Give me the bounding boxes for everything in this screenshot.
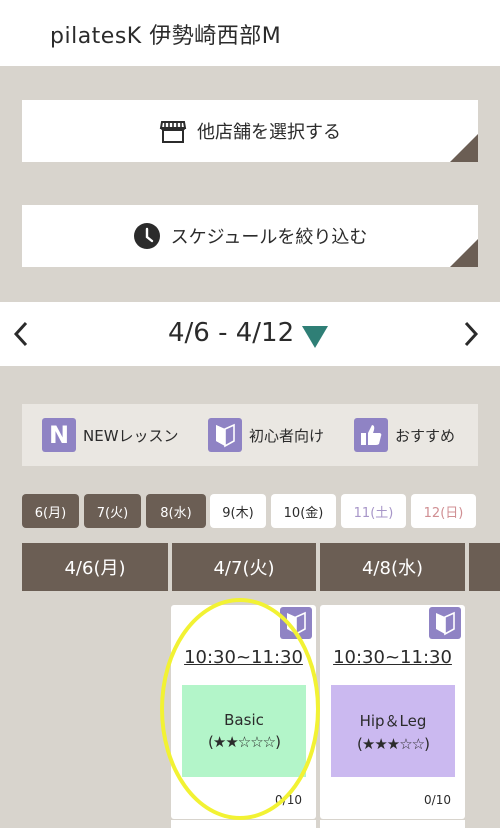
day-tab-10[interactable]: 10(金)	[271, 494, 336, 528]
lesson-capacity: 0/10	[424, 793, 451, 807]
legend-beginner: 初心者向け	[208, 418, 324, 452]
day-tab-8[interactable]: 8(水)	[146, 494, 206, 528]
chevron-right-icon[interactable]	[456, 318, 486, 350]
new-lesson-icon: N	[42, 418, 76, 452]
week-range: 4/6 - 4/12	[168, 318, 295, 348]
beginner-icon	[280, 607, 312, 639]
lesson-level: (★★☆☆☆)	[208, 733, 281, 751]
column-header-tue: 4/7(火)	[172, 543, 316, 591]
beginner-icon	[429, 607, 461, 639]
day-tab-9[interactable]: 9(木)	[210, 494, 266, 528]
day-tab-7[interactable]: 7(火)	[84, 494, 141, 528]
legend-recommended: おすすめ	[354, 418, 455, 452]
legend-label: おすすめ	[395, 426, 456, 445]
lesson-capacity: 0/10	[275, 793, 302, 807]
lesson-time[interactable]: 10:30~11:30	[171, 647, 316, 668]
filter-schedule-button[interactable]: スケジュールを絞り込む	[22, 205, 478, 267]
lesson-level: (★★★☆☆)	[357, 734, 430, 753]
day-tab-11[interactable]: 11(土)	[341, 494, 406, 528]
lesson-name: Basic	[224, 711, 264, 729]
thumbs-up-icon	[354, 418, 388, 452]
legend-label: 初心者向け	[249, 426, 325, 445]
column-header-mon: 4/6(月)	[22, 543, 168, 591]
other-store-label: 他店舗を選択する	[197, 122, 341, 143]
lesson-legend: N NEWレッスン 初心者向け おすすめ	[22, 404, 478, 466]
lesson-card-hip-leg[interactable]: 10:30~11:30 Hip＆Leg (★★★☆☆) 0/10	[320, 605, 465, 819]
studio-title: pilatesK 伊勢崎西部M	[50, 24, 282, 49]
clock-icon	[133, 222, 161, 250]
beginner-icon	[208, 418, 242, 452]
triangle-down-icon[interactable]	[302, 326, 328, 348]
corner-triangle	[450, 239, 478, 267]
corner-triangle	[450, 134, 478, 162]
lesson-card-basic[interactable]: 10:30~11:30 Basic (★★☆☆☆) 0/10	[171, 605, 316, 819]
legend-new-lesson: N NEWレッスン	[42, 418, 179, 452]
other-store-button[interactable]: 他店舗を選択する	[22, 100, 478, 162]
lesson-name: Hip＆Leg	[359, 711, 427, 730]
day-tab-12[interactable]: 12(日)	[411, 494, 476, 528]
week-navigation: 4/6 - 4/12	[0, 302, 500, 366]
store-icon	[159, 117, 187, 145]
chevron-left-icon[interactable]	[6, 318, 36, 350]
legend-label: NEWレッスン	[83, 426, 179, 445]
lesson-time[interactable]: 10:30~11:30	[320, 647, 465, 668]
app-header: pilatesK 伊勢崎西部M	[0, 0, 500, 66]
filter-schedule-label: スケジュールを絞り込む	[170, 227, 368, 248]
day-tab-6[interactable]: 6(月)	[22, 494, 79, 528]
lesson-block: Basic (★★☆☆☆)	[182, 685, 306, 777]
lesson-block: Hip＆Leg (★★★☆☆)	[331, 685, 455, 777]
column-header-wed: 4/8(水)	[320, 543, 465, 591]
column-header-thu-partial	[469, 543, 500, 591]
next-lesson-card-peek	[320, 820, 465, 828]
next-lesson-card-peek	[171, 820, 316, 828]
new-badge-letter: N	[48, 421, 70, 449]
